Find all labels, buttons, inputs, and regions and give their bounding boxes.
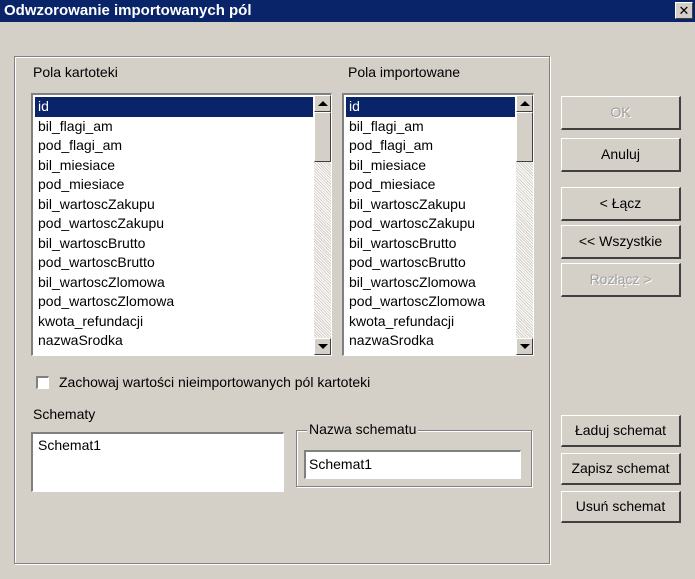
list-item[interactable]: bil_flagi_am (346, 117, 515, 137)
delete-schema-button[interactable]: Usuń schemat (561, 491, 681, 523)
cancel-button[interactable]: Anuluj (561, 138, 681, 172)
schemas-listbox[interactable]: Schemat1 (31, 432, 284, 492)
schema-list-item[interactable]: Schemat1 (38, 437, 101, 453)
link-all-button[interactable]: << Wszystkie (561, 225, 681, 259)
list-item[interactable]: pod_flagi_am (35, 136, 313, 156)
unlink-button[interactable]: Rozłącz > (561, 263, 681, 297)
list-item[interactable]: id (35, 97, 313, 117)
list-item[interactable]: pod_wartoscZakupu (35, 214, 313, 234)
arrow-down-icon (520, 344, 530, 349)
imported-listbox[interactable]: id bil_flagi_am pod_flagi_am bil_miesiace po… (342, 93, 534, 356)
ok-button[interactable]: OK (561, 96, 681, 130)
list-item[interactable]: pod_wartoscBrutto (346, 253, 515, 273)
scroll-thumb[interactable] (516, 112, 533, 162)
fields-scrollbar[interactable] (314, 95, 331, 355)
load-schema-button[interactable]: Ładuj schemat (561, 415, 681, 447)
list-item[interactable]: nazwaSrodka (346, 331, 515, 351)
list-item[interactable]: id (346, 97, 515, 117)
window-title: Odwzorowanie importowanych pól (4, 2, 252, 19)
list-item[interactable]: bil_wartoscZlomowa (346, 273, 515, 293)
fields-listbox[interactable]: id bil_flagi_am pod_flagi_am bil_miesiace po… (31, 93, 332, 356)
list-item[interactable]: bil_wartoscBrutto (346, 234, 515, 254)
save-schema-button[interactable]: Zapisz schemat (561, 453, 681, 485)
close-icon: ✕ (678, 3, 690, 18)
arrow-down-icon (318, 344, 328, 349)
fields-list-items: id bil_flagi_am pod_flagi_am bil_miesiace po… (35, 97, 313, 351)
scroll-down-button[interactable] (516, 338, 533, 355)
schema-name-legend: Nazwa schematu (307, 421, 419, 437)
list-item[interactable]: bil_wartoscZakupu (35, 195, 313, 215)
scroll-down-button[interactable] (314, 338, 331, 355)
list-item[interactable]: pod_wartoscBrutto (35, 253, 313, 273)
imported-list-items: id bil_flagi_am pod_flagi_am bil_miesiace po… (346, 97, 515, 351)
keep-values-label[interactable]: Zachowaj wartości nieimportowanych pól k… (59, 374, 370, 390)
list-item[interactable]: pod_miesiace (346, 175, 515, 195)
list-item[interactable]: bil_wartoscZakupu (346, 195, 515, 215)
list-item[interactable]: pod_flagi_am (346, 136, 515, 156)
scroll-up-button[interactable] (516, 95, 533, 112)
title-bar[interactable]: Odwzorowanie importowanych pól ✕ (0, 0, 695, 22)
close-button[interactable]: ✕ (675, 2, 693, 19)
arrow-up-icon (318, 101, 328, 106)
scroll-thumb[interactable] (314, 112, 331, 162)
list-item[interactable]: bil_miesiace (35, 156, 313, 176)
list-item[interactable]: pod_wartoscZlomowa (346, 292, 515, 312)
schemas-label: Schematy (33, 406, 96, 422)
scroll-up-button[interactable] (314, 95, 331, 112)
schema-name-input[interactable]: Schemat1 (304, 450, 521, 479)
list-item[interactable]: pod_wartoscZlomowa (35, 292, 313, 312)
list-item[interactable]: kwota_refundacji (35, 312, 313, 332)
list-item[interactable]: bil_wartoscBrutto (35, 234, 313, 254)
keep-values-checkbox[interactable] (36, 376, 49, 389)
fields-list-label: Pola kartoteki (33, 64, 118, 80)
list-item[interactable]: bil_miesiace (346, 156, 515, 176)
imported-scrollbar[interactable] (516, 95, 533, 355)
list-item[interactable]: bil_wartoscZlomowa (35, 273, 313, 293)
list-item[interactable]: kwota_refundacji (346, 312, 515, 332)
imported-list-label: Pola importowane (348, 64, 461, 80)
arrow-up-icon (520, 101, 530, 106)
list-item[interactable]: bil_flagi_am (35, 117, 313, 137)
list-item[interactable]: pod_miesiace (35, 175, 313, 195)
list-item[interactable]: pod_wartoscZakupu (346, 214, 515, 234)
list-item[interactable]: nazwaSrodka (35, 331, 313, 351)
link-button[interactable]: < Łącz (561, 187, 681, 221)
